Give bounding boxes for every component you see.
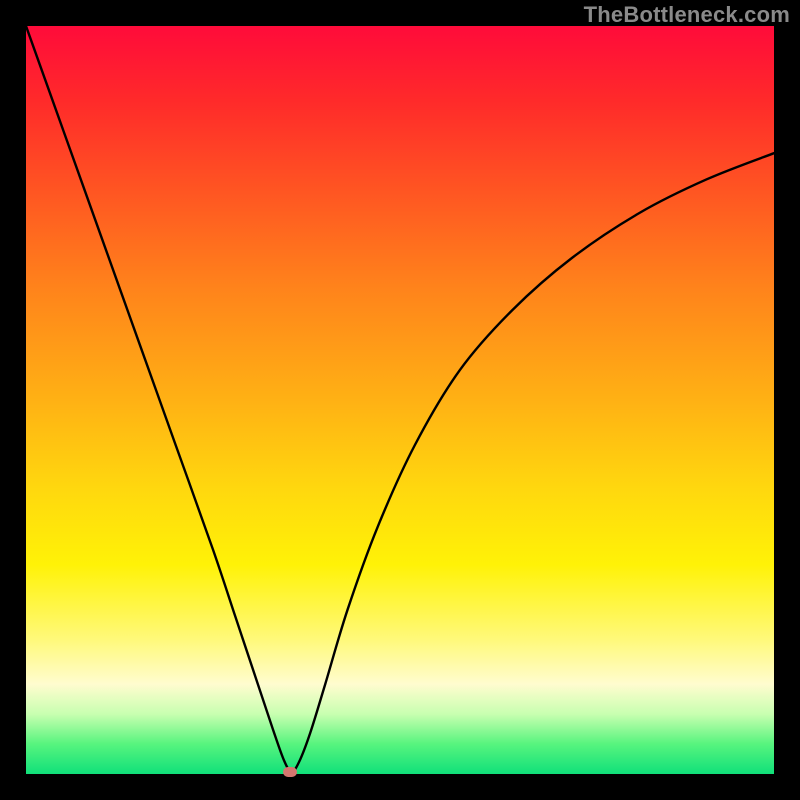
plot-area: [26, 26, 774, 774]
chart-frame: TheBottleneck.com: [0, 0, 800, 800]
bottleneck-curve: [26, 26, 774, 774]
optimal-point-marker: [283, 767, 297, 777]
curve-path: [26, 26, 774, 772]
watermark-text: TheBottleneck.com: [584, 2, 790, 28]
